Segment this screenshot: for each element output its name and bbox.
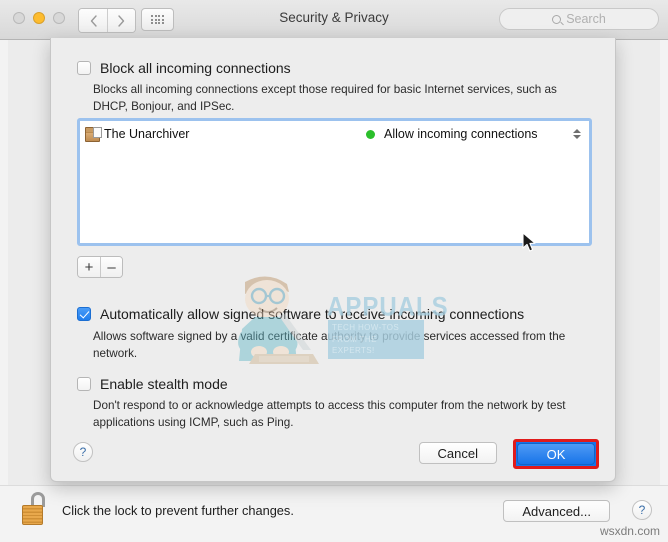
unlocked-padlock-icon[interactable]	[22, 492, 48, 526]
search-icon	[552, 14, 562, 24]
auto-allow-signed-description: Allows software signed by a valid certif…	[93, 330, 566, 360]
auto-allow-signed-label: Automatically allow signed software to r…	[100, 306, 525, 322]
up-down-chevron-icon[interactable]	[571, 126, 582, 142]
block-all-connections-label: Block all incoming connections	[100, 60, 291, 76]
stealth-mode-row[interactable]: Enable stealth mode	[77, 376, 228, 392]
mouse-cursor	[522, 232, 536, 252]
firewall-app-list-box[interactable]: The Unarchiver Allow incoming connection…	[80, 121, 589, 243]
remove-app-button[interactable]: –	[100, 257, 122, 277]
search-placeholder: Search	[566, 12, 606, 26]
bottom-help-button[interactable]: ?	[632, 500, 652, 520]
block-all-connections-description: Blocks all incoming connections except t…	[93, 83, 557, 113]
unarchiver-app-icon	[85, 126, 102, 142]
app-name: The Unarchiver	[104, 127, 190, 141]
ok-button-highlight: OK	[513, 439, 599, 469]
firewall-options-sheet: Block all incoming connections Blocks al…	[50, 38, 616, 482]
search-input[interactable]: Search	[499, 8, 659, 30]
stealth-mode-description: Don't respond to or acknowledge attempts…	[93, 399, 566, 429]
advanced-button[interactable]: Advanced...	[503, 500, 610, 522]
site-watermark: wsxdn.com	[599, 524, 660, 538]
cancel-button[interactable]: Cancel	[418, 442, 497, 464]
lock-hint-text: Click the lock to prevent further change…	[62, 503, 294, 518]
auto-allow-signed-row[interactable]: Automatically allow signed software to r…	[77, 306, 524, 322]
app-status-group[interactable]: Allow incoming connections	[366, 122, 538, 146]
add-app-button[interactable]: +	[78, 257, 100, 277]
firewall-app-list[interactable]: The Unarchiver Allow incoming connection…	[77, 118, 592, 246]
auto-allow-signed-checkbox[interactable]	[77, 307, 91, 321]
ok-button[interactable]: OK	[517, 443, 595, 465]
sheet-help-button[interactable]: ?	[73, 442, 93, 462]
block-all-connections-row[interactable]: Block all incoming connections	[77, 60, 291, 76]
stealth-mode-checkbox[interactable]	[77, 377, 91, 391]
block-all-connections-checkbox[interactable]	[77, 61, 91, 75]
table-row[interactable]: The Unarchiver Allow incoming connection…	[81, 122, 588, 146]
app-status-label: Allow incoming connections	[384, 127, 538, 141]
security-privacy-window: Security & Privacy Search Block all inco…	[0, 0, 668, 542]
stealth-mode-label: Enable stealth mode	[100, 376, 228, 392]
list-add-remove-control: + –	[77, 256, 123, 278]
status-dot	[366, 129, 375, 139]
window-titlebar: Security & Privacy Search	[0, 0, 668, 40]
